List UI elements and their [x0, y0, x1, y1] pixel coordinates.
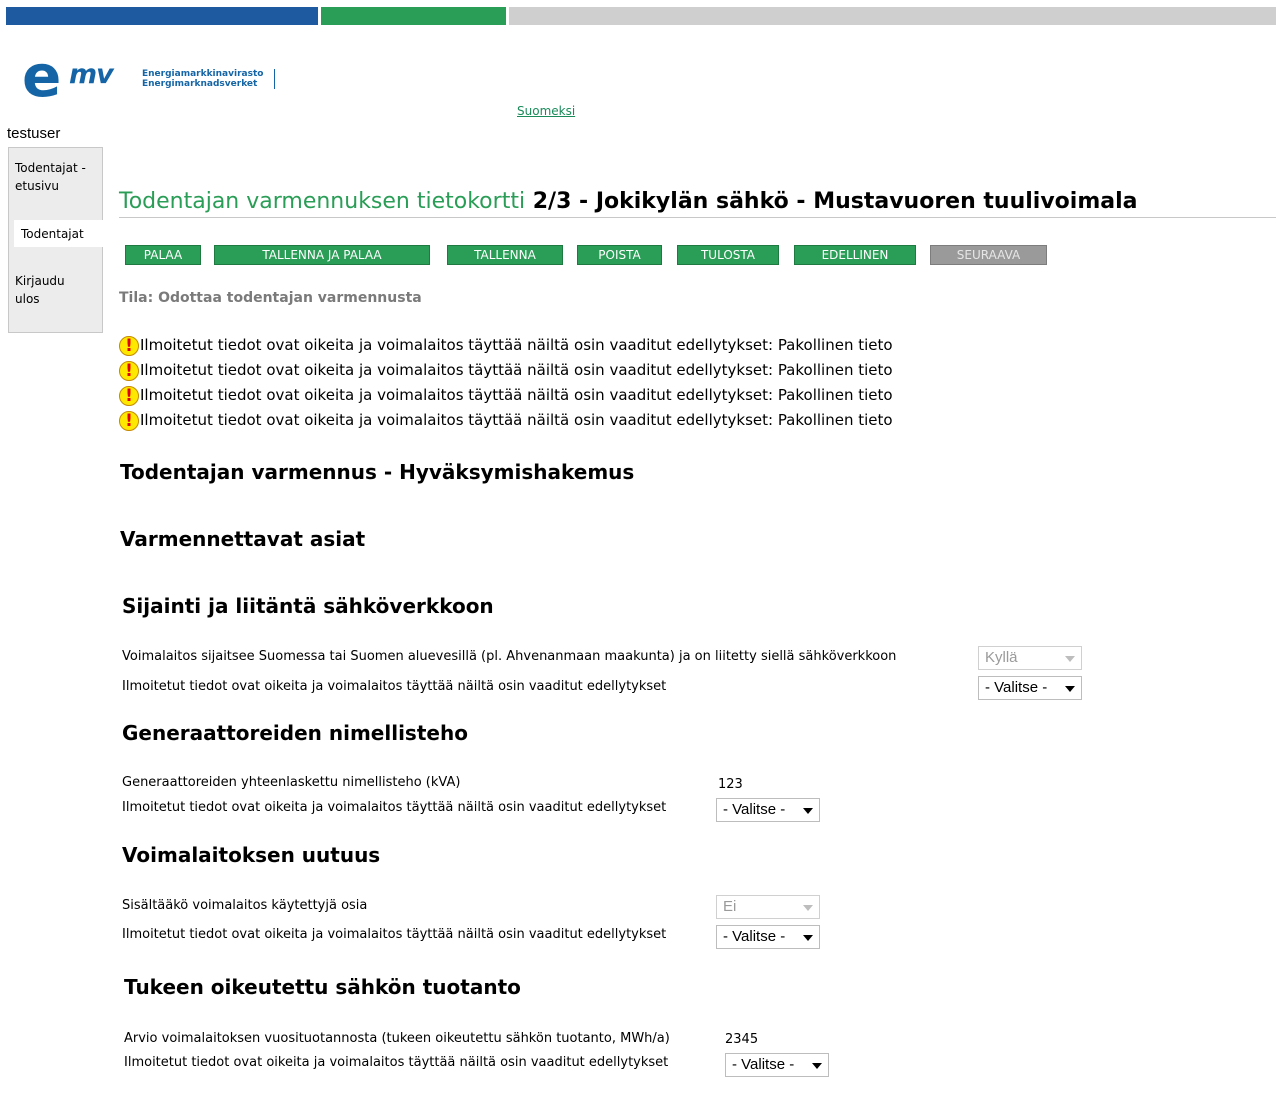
save-button[interactable]: TALLENNA — [447, 245, 563, 265]
logo-text-finnish: Energiamarkkinavirasto — [142, 69, 264, 79]
warning-icon: ! — [119, 360, 139, 381]
production-answer: 2345 — [725, 1032, 759, 1047]
newness-heading: Voimalaitoksen uutuus — [122, 843, 381, 867]
language-link[interactable]: Suomeksi — [517, 104, 575, 118]
sidebar: Todentajat - etusivu Todentajat Kirjaudu… — [8, 147, 103, 333]
back-button[interactable]: PALAA — [125, 245, 201, 265]
logo-letter-e: e — [22, 42, 61, 110]
sidebar-item-kirjaudu-ulos[interactable]: Kirjaudu ulos — [15, 272, 85, 308]
newness-confirm-label: Ilmoitetut tiedot ovat oikeita ja voimal… — [122, 927, 667, 942]
sidebar-item-todentajat-etusivu[interactable]: Todentajat - etusivu — [15, 159, 97, 195]
production-question: Arvio voimalaitoksen vuosituotannosta (t… — [124, 1031, 670, 1046]
header-bar-grey — [509, 7, 1276, 25]
warning-icon: ! — [119, 335, 139, 356]
print-button[interactable]: TULOSTA — [677, 245, 779, 265]
warning-text: Ilmoitetut tiedot ovat oikeita ja voimal… — [140, 411, 893, 429]
location-heading: Sijainti ja liitäntä sähköverkkoon — [122, 594, 494, 618]
location-confirm-value: - Valitse - — [985, 679, 1048, 696]
newness-question: Sisältääkö voimalaitos käytettyjä osia — [122, 898, 368, 913]
title-divider — [119, 217, 1276, 218]
production-heading: Tukeen oikeutettu sähkön tuotanto — [124, 975, 521, 999]
warning-text: Ilmoitetut tiedot ovat oikeita ja voimal… — [140, 386, 893, 404]
logo-text-swedish: Energimarknadsverket — [142, 79, 258, 89]
generators-question: Generaattoreiden yhteenlaskettu nimellis… — [122, 775, 461, 790]
production-confirm-value: - Valitse - — [732, 1056, 795, 1073]
sidebar-item-todentajat[interactable]: Todentajat — [21, 225, 84, 243]
chevron-down-icon — [812, 1063, 822, 1069]
production-confirm-select[interactable]: - Valitse - — [725, 1053, 829, 1077]
chevron-down-icon — [1065, 656, 1075, 662]
location-question: Voimalaitos sijaitsee Suomessa tai Suome… — [122, 649, 897, 664]
chevron-down-icon — [803, 808, 813, 814]
main-heading: Todentajan varmennus - Hyväksymishakemus — [120, 460, 635, 484]
page-title-prefix: Todentajan varmennuksen tietokortti — [119, 189, 526, 214]
page-title: Todentajan varmennuksen tietokortti 2/3 … — [119, 189, 1138, 214]
logo-divider — [274, 69, 275, 89]
chevron-down-icon — [803, 905, 813, 911]
next-button[interactable]: SEURAAVA — [930, 245, 1047, 265]
production-confirm-label: Ilmoitetut tiedot ovat oikeita ja voimal… — [124, 1055, 669, 1070]
page-title-detail: 2/3 - Jokikylän sähkö - Mustavuoren tuul… — [532, 189, 1138, 214]
newness-confirm-select[interactable]: - Valitse - — [716, 925, 820, 949]
status-text: Tila: Odottaa todentajan varmennusta — [119, 290, 422, 306]
warning-text: Ilmoitetut tiedot ovat oikeita ja voimal… — [140, 361, 893, 379]
warning-icon: ! — [119, 385, 139, 406]
warning-text: Ilmoitetut tiedot ovat oikeita ja voimal… — [140, 336, 893, 354]
newness-confirm-value: - Valitse - — [723, 928, 786, 945]
generators-answer: 123 — [718, 777, 743, 792]
generators-confirm-value: - Valitse - — [723, 801, 786, 818]
warning-row: ! Ilmoitetut tiedot ovat oikeita ja voima… — [119, 333, 893, 357]
warning-icon: ! — [119, 410, 139, 431]
location-confirm-select[interactable]: - Valitse - — [978, 676, 1082, 700]
generators-confirm-select[interactable]: - Valitse - — [716, 798, 820, 822]
location-answer-value: Kyllä — [985, 649, 1018, 666]
generators-confirm-label: Ilmoitetut tiedot ovat oikeita ja voimal… — [122, 800, 667, 815]
chevron-down-icon — [1065, 686, 1075, 692]
newness-answer-value: Ei — [723, 898, 737, 915]
delete-button[interactable]: POISTA — [577, 245, 662, 265]
warning-row: ! Ilmoitetut tiedot ovat oikeita ja voima… — [119, 408, 893, 432]
header-bar-green — [321, 7, 506, 25]
location-confirm-label: Ilmoitetut tiedot ovat oikeita ja voimal… — [122, 679, 667, 694]
location-answer-select: Kyllä — [978, 646, 1082, 670]
chevron-down-icon — [803, 935, 813, 941]
username: testuser — [7, 125, 61, 142]
logo-letters-mv: mv — [69, 59, 114, 90]
generators-heading: Generaattoreiden nimellisteho — [122, 721, 468, 745]
previous-button[interactable]: EDELLINEN — [794, 245, 916, 265]
items-heading: Varmennettavat asiat — [120, 527, 366, 551]
save-and-back-button[interactable]: TALLENNA JA PALAA — [214, 245, 430, 265]
warning-row: ! Ilmoitetut tiedot ovat oikeita ja voima… — [119, 358, 893, 382]
warning-row: ! Ilmoitetut tiedot ovat oikeita ja voima… — [119, 383, 893, 407]
header-bar-blue — [6, 7, 318, 25]
newness-answer-select: Ei — [716, 895, 820, 919]
